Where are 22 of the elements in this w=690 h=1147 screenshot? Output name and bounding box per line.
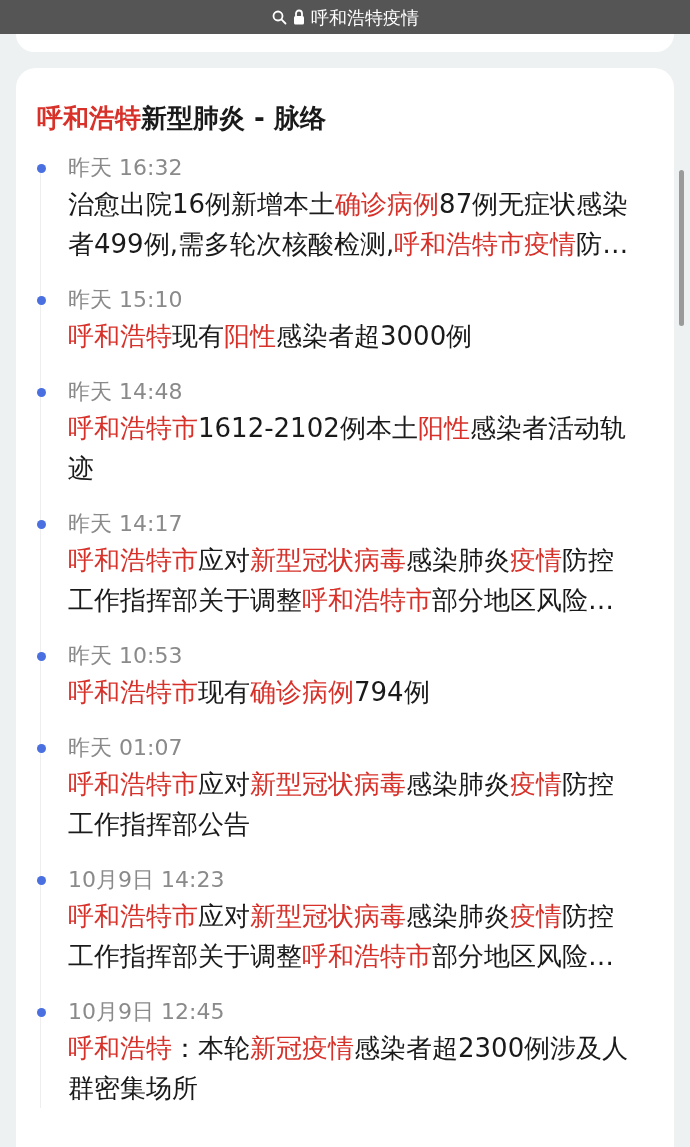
timestamp: 10月9日 12:45 bbox=[68, 998, 225, 1026]
timestamp: 昨天 01:07 bbox=[68, 734, 183, 762]
news-headline[interactable]: 治愈出院16例新增本土确诊病例87例无症状感染 者499例,需多轮次核酸检测,呼和浩特市疫情防… bbox=[68, 184, 629, 264]
card-title: 呼和浩特新型肺炎 - 脉络 bbox=[37, 102, 327, 135]
news-headline[interactable]: 呼和浩特市应对新型冠状病毒感染肺炎疫情防控 工作指挥部公告 bbox=[68, 764, 614, 844]
lock-icon bbox=[292, 9, 305, 25]
timestamp: 昨天 10:53 bbox=[68, 642, 183, 670]
news-headline[interactable]: 呼和浩特：本轮新冠疫情感染者超2300例涉及人 群密集场所 bbox=[68, 1028, 629, 1108]
news-headline[interactable]: 呼和浩特市1612-2102例本土阳性感染者活动轨 迹 bbox=[68, 408, 626, 488]
address-text: 呼和浩特疫情 bbox=[310, 5, 419, 30]
timestamp: 昨天 14:48 bbox=[68, 378, 183, 406]
news-headline[interactable]: 呼和浩特市现有确诊病例794例 bbox=[68, 672, 430, 712]
timestamp: 昨天 15:10 bbox=[68, 286, 183, 314]
address-bar[interactable]: 呼和浩特疫情 bbox=[0, 0, 690, 34]
timestamp: 10月9日 14:23 bbox=[68, 866, 225, 894]
timestamp: 昨天 14:17 bbox=[68, 510, 183, 538]
news-headline[interactable]: 呼和浩特市应对新型冠状病毒感染肺炎疫情防控 工作指挥部关于调整呼和浩特市部分地区风险… bbox=[68, 540, 614, 620]
scrollbar[interactable] bbox=[679, 170, 684, 326]
news-headline[interactable]: 呼和浩特现有阳性感染者超3000例 bbox=[68, 316, 473, 356]
news-headline[interactable]: 呼和浩特市应对新型冠状病毒感染肺炎疫情防控 工作指挥部关于调整呼和浩特市部分地区风险… bbox=[68, 896, 614, 976]
timestamp: 昨天 16:32 bbox=[68, 154, 183, 182]
search-icon bbox=[271, 9, 287, 25]
